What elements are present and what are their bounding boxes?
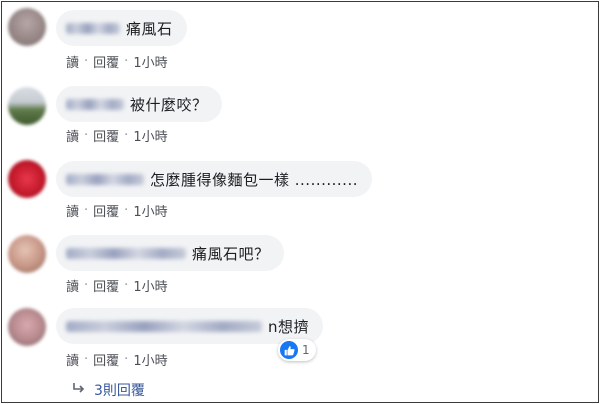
comment-item: n想擠 1 讀 · 回覆 · 1小時 (2, 302, 600, 377)
timestamp[interactable]: 1小時 (133, 276, 167, 295)
read-link[interactable]: 讀 (66, 126, 79, 145)
avatar[interactable] (8, 8, 46, 46)
avatar[interactable] (8, 308, 46, 346)
separator: · (84, 203, 89, 218)
view-replies-link[interactable]: 3則回覆 (72, 380, 145, 400)
separator: · (84, 54, 89, 69)
replies-label: 3則回覆 (94, 383, 145, 399)
comment-actions: 讀 · 回覆 · 1小時 (66, 52, 168, 71)
read-link[interactable]: 讀 (66, 52, 79, 71)
separator: · (84, 278, 89, 293)
comment-item: 怎麼腫得像麵包一樣 ............ 讀 · 回覆 · 1小時 (2, 152, 600, 227)
commenter-name[interactable] (66, 320, 262, 332)
separator: · (124, 278, 129, 293)
separator: · (84, 352, 89, 367)
comment-bubble: n想擠 (56, 308, 324, 344)
commenter-name[interactable] (66, 247, 186, 259)
read-link[interactable]: 讀 (66, 276, 79, 295)
comment-item: 被什麼咬？ 讀 · 回覆 · 1小時 (2, 77, 600, 152)
comment-actions: 讀 · 回覆 · 1小時 (66, 276, 168, 295)
reply-arrow-icon (72, 382, 86, 398)
reaction-count: 1 (302, 343, 310, 357)
reply-link[interactable]: 回覆 (93, 276, 119, 295)
comment-bubble: 被什麼咬？ (56, 86, 222, 122)
reply-link[interactable]: 回覆 (93, 126, 119, 145)
reply-link[interactable]: 回覆 (93, 52, 119, 71)
comment-bubble: 痛風石吧？ (56, 235, 284, 271)
reaction-badge[interactable]: 1 (278, 339, 316, 361)
timestamp[interactable]: 1小時 (133, 350, 167, 369)
avatar[interactable] (8, 87, 46, 125)
separator: · (124, 203, 129, 218)
comment-text: 被什麼咬？ (130, 95, 208, 114)
commenter-name[interactable] (66, 173, 144, 185)
commenter-name[interactable] (66, 98, 124, 110)
comment-text: 痛風石吧？ (192, 244, 270, 263)
read-link[interactable]: 讀 (66, 350, 79, 369)
separator: · (124, 128, 129, 143)
timestamp[interactable]: 1小時 (133, 201, 167, 220)
comment-actions: 讀 · 回覆 · 1小時 (66, 201, 168, 220)
comment-item: 痛風石 讀 · 回覆 · 1小時 (2, 2, 600, 77)
read-link[interactable]: 讀 (66, 201, 79, 220)
avatar[interactable] (8, 160, 46, 198)
comments-panel: 痛風石 讀 · 回覆 · 1小時 被什麼咬？ 讀 · 回覆 · 1小時 怎麼腫得… (1, 1, 599, 403)
comment-actions: 讀 · 回覆 · 1小時 (66, 126, 168, 145)
timestamp[interactable]: 1小時 (133, 52, 167, 71)
comment-actions: 讀 · 回覆 · 1小時 (66, 350, 168, 369)
separator: · (84, 128, 89, 143)
comment-text: 怎麼腫得像麵包一樣 ............ (150, 170, 358, 189)
separator: · (124, 54, 129, 69)
separator: · (124, 352, 129, 367)
comment-text: 痛風石 (126, 19, 173, 38)
comment-item: 痛風石吧？ 讀 · 回覆 · 1小時 (2, 227, 600, 302)
timestamp[interactable]: 1小時 (133, 126, 167, 145)
comment-text: n想擠 (268, 317, 310, 336)
reply-link[interactable]: 回覆 (93, 350, 119, 369)
commenter-name[interactable] (66, 22, 120, 34)
comment-bubble: 怎麼腫得像麵包一樣 ............ (56, 161, 372, 197)
like-icon (280, 341, 298, 359)
avatar[interactable] (8, 235, 46, 273)
reply-link[interactable]: 回覆 (93, 201, 119, 220)
comment-bubble: 痛風石 (56, 10, 187, 46)
